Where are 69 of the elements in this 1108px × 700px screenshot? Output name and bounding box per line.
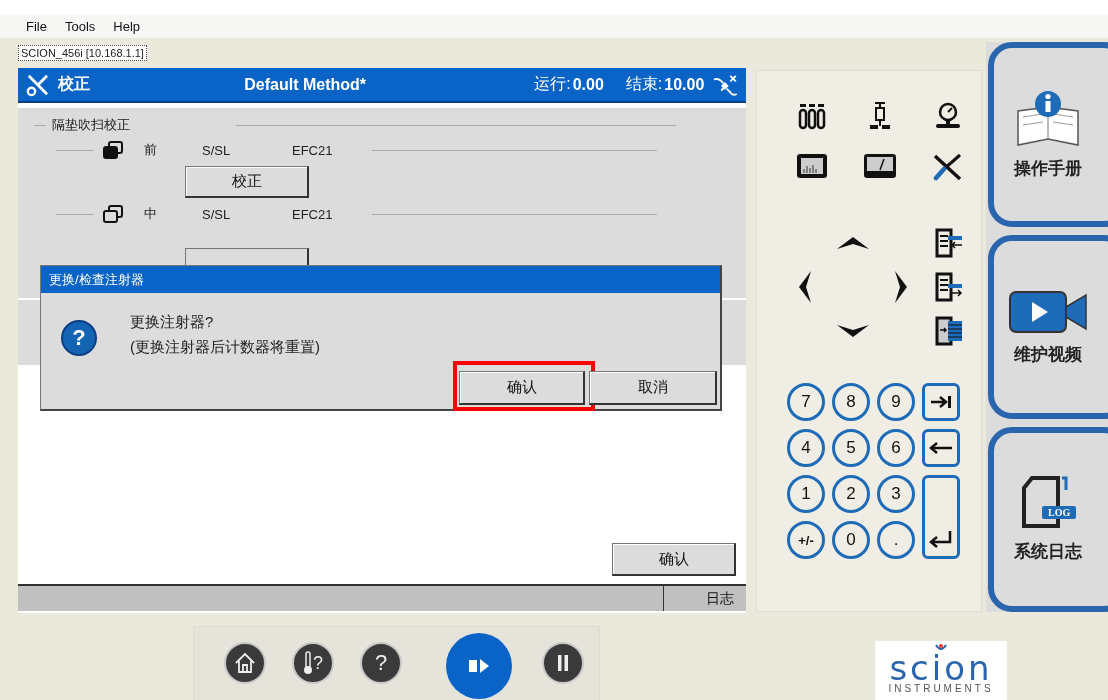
connection-tab[interactable]: SCION_456i [10.168.1.1] <box>18 45 147 61</box>
number-key[interactable]: . <box>877 521 915 559</box>
down-arrow-icon[interactable] <box>835 323 871 339</box>
play-icon <box>468 658 490 674</box>
document-list-icon[interactable] <box>934 316 964 346</box>
end-value: 10.00 <box>664 75 705 94</box>
number-key[interactable]: 3 <box>877 475 915 513</box>
dialog-button[interactable]: 取消 <box>589 371 717 405</box>
end-label: 结束: <box>625 74 663 94</box>
number-key[interactable]: 5 <box>832 429 870 467</box>
number-key[interactable]: 4 <box>787 429 825 467</box>
number-key[interactable]: 9 <box>877 383 915 421</box>
number-key[interactable]: 7 <box>787 383 825 421</box>
tab-key[interactable] <box>922 383 960 421</box>
menu-item[interactable]: Help <box>113 19 141 34</box>
pause-button[interactable] <box>542 642 584 684</box>
enter-key[interactable] <box>922 475 960 559</box>
confirm-button[interactable]: 确认 <box>612 543 736 576</box>
dialog-message: 更换注射器? <box>130 313 215 332</box>
backspace-key[interactable] <box>922 429 960 467</box>
meter-icon[interactable] <box>862 151 898 181</box>
number-key[interactable]: 6 <box>877 429 915 467</box>
number-key[interactable]: +/- <box>787 521 825 559</box>
log-label: 日志 <box>663 586 746 611</box>
window-stack-icon <box>102 141 124 159</box>
menu-item[interactable]: Tools <box>64 19 96 34</box>
calibrate-button[interactable]: 校正 <box>185 166 309 198</box>
left-arrow-icon <box>929 441 953 455</box>
company-logo: scion INSTRUMENTS <box>875 641 1007 700</box>
dialog-button[interactable]: 确认 <box>459 371 585 405</box>
pause-icon <box>556 654 570 672</box>
help-button[interactable]: ? <box>360 642 402 684</box>
number-key[interactable]: 2 <box>832 475 870 513</box>
dialog-title: 更换/检查注射器 <box>41 266 720 293</box>
controller-label: EFC21 <box>292 142 334 158</box>
panel-title: 校正 <box>57 74 91 94</box>
up-arrow-icon[interactable] <box>835 235 871 251</box>
number-key[interactable]: 8 <box>832 383 870 421</box>
document-import-icon[interactable] <box>934 228 964 258</box>
home-icon <box>233 651 257 675</box>
controller-label: EFC21 <box>292 206 334 222</box>
dialog-detail: (更换注射器后计数器将重置) <box>130 338 320 357</box>
home-button[interactable] <box>224 642 266 684</box>
video-camera-icon <box>1008 288 1089 335</box>
left-arrow-icon[interactable] <box>797 269 813 305</box>
enter-arrow-icon <box>929 530 953 548</box>
window-stack-icon <box>102 205 124 223</box>
run-value: 0.00 <box>572 75 604 94</box>
document-export-icon[interactable] <box>934 272 964 302</box>
group-title: 隔垫吹扫校正 <box>52 116 130 134</box>
number-key[interactable]: 1 <box>787 475 825 513</box>
position-label: 前 <box>144 141 158 159</box>
run-label: 运行: <box>534 74 571 94</box>
signal-monitor-icon[interactable] <box>794 151 830 181</box>
side-button[interactable]: 操作手册 <box>988 42 1108 227</box>
tab-arrow-icon <box>930 395 952 409</box>
method-name: Default Method* <box>243 75 368 94</box>
thermometer-icon <box>303 651 313 675</box>
inlet-label: S/SL <box>202 142 232 158</box>
right-arrow-icon[interactable] <box>893 269 909 305</box>
calibrate-button[interactable] <box>185 248 309 268</box>
side-button[interactable]: LOG 系统日志 <box>988 427 1108 612</box>
temperature-help-button[interactable]: ? <box>292 642 334 684</box>
position-label: 中 <box>144 205 158 223</box>
menu-item[interactable]: File <box>26 19 47 34</box>
inlet-label: S/SL <box>202 206 232 222</box>
side-button[interactable]: 维护视频 <box>988 234 1108 420</box>
question-icon: ? <box>61 320 97 356</box>
number-key[interactable]: 0 <box>832 521 870 559</box>
